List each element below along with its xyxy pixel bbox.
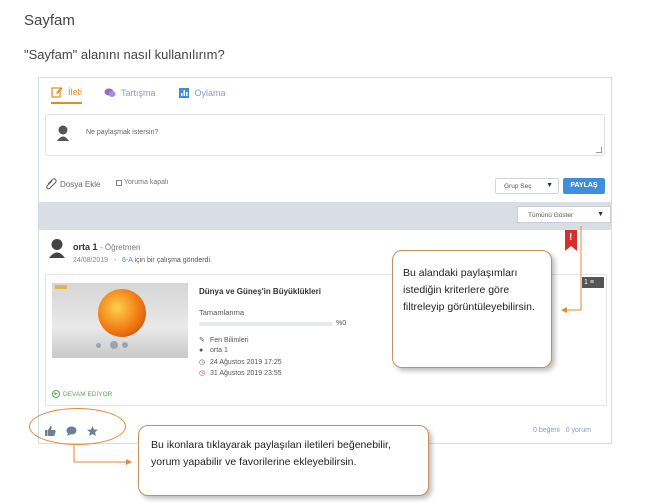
group-select[interactable]: Grup Seç ▼ bbox=[495, 178, 559, 194]
post-class[interactable]: 6-A bbox=[122, 257, 133, 264]
avatar-icon bbox=[49, 239, 65, 258]
user-icon: ● bbox=[199, 347, 204, 354]
status-label: DEVAM EDİYOR bbox=[63, 390, 113, 398]
card-title: Dünya ve Güneş'in Büyüklükleri bbox=[199, 287, 321, 296]
edit-icon bbox=[51, 87, 63, 98]
pencil-icon: ✎ bbox=[199, 337, 205, 344]
page-heading: Sayfam bbox=[24, 12, 75, 29]
message-input[interactable]: Ne paylaşmak istersin? bbox=[45, 114, 605, 156]
caret-down-icon: ▼ bbox=[597, 211, 604, 218]
planet-image bbox=[110, 341, 118, 349]
post-action: için bir çalışma gönderdi. bbox=[134, 257, 212, 264]
message-placeholder: Ne paylaşmak istersin? bbox=[86, 129, 159, 136]
planet-image bbox=[122, 342, 128, 348]
filter-select-value: Tümünü Göster bbox=[528, 212, 574, 219]
attach-label: Dosya Ekle bbox=[60, 179, 101, 189]
logo-icon bbox=[55, 285, 67, 289]
resize-handle[interactable] bbox=[596, 147, 602, 153]
chat-icon bbox=[104, 88, 116, 97]
clock-icon: ◷ bbox=[199, 359, 206, 366]
composer-panel: İleti Tartışma Oylama Ne paylaşmak ister… bbox=[39, 78, 611, 202]
subject-row: ✎ Fen Bilimleri bbox=[199, 336, 249, 345]
start-date: 24 Ağustos 2019 17:25 bbox=[210, 358, 282, 366]
sun-image bbox=[98, 289, 146, 337]
share-button[interactable]: PAYLAŞ bbox=[563, 178, 605, 194]
attach-file-button[interactable]: Dosya Ekle bbox=[45, 178, 100, 190]
comment-off-toggle[interactable]: Yoruma kapalı bbox=[116, 179, 169, 186]
arrow-line-bottom bbox=[73, 445, 126, 463]
caret-down-icon: ▼ bbox=[546, 182, 553, 189]
filter-select[interactable]: Tümünü Göster ▼ bbox=[517, 206, 611, 223]
end-row: ◷ 31 Ağustos 2019 23:55 bbox=[199, 369, 282, 378]
progress-value: %0 bbox=[336, 320, 347, 327]
assignment-thumbnail bbox=[52, 283, 188, 358]
avatar-icon bbox=[57, 125, 69, 141]
tab-tartisma[interactable]: Tartışma bbox=[104, 86, 156, 104]
progress-label: Tamamlanma bbox=[199, 308, 245, 317]
counter-value: 1 bbox=[584, 279, 588, 286]
comment-off-label: Yoruma kapalı bbox=[124, 179, 169, 186]
comment-count[interactable]: 0 yorum bbox=[566, 427, 591, 434]
planet-image bbox=[96, 343, 101, 348]
paperclip-icon bbox=[46, 178, 57, 190]
tab-label: İleti bbox=[68, 87, 83, 97]
like-count[interactable]: 0 beğeni bbox=[533, 427, 560, 434]
progress-bar bbox=[199, 322, 333, 326]
tab-ileti[interactable]: İleti bbox=[51, 86, 83, 104]
arrow-right-icon: ► bbox=[52, 390, 60, 398]
subject: Fen Bilimleri bbox=[210, 336, 249, 344]
post-meta: 24/08/2019 - 6-A için bir çalışma gönder… bbox=[73, 257, 212, 264]
callout-actions: Bu ikonlara tıklayarak paylaşılan iletil… bbox=[138, 425, 429, 496]
callout-filter: Bu alandaki paylaşımları istediğin krite… bbox=[392, 250, 552, 368]
tab-label: Oylama bbox=[194, 88, 226, 98]
poll-icon bbox=[178, 88, 189, 98]
group-select-value: Grup Seç bbox=[504, 183, 532, 190]
post-author: orta 1 - Öğretmen bbox=[73, 242, 141, 252]
tab-oylama[interactable]: Oylama bbox=[178, 86, 226, 104]
checkbox-icon bbox=[116, 179, 122, 186]
clock-red-icon: ◷ bbox=[199, 370, 206, 377]
post-counter: 1 ≡ bbox=[582, 277, 604, 288]
composer-tabs: İleti Tartışma Oylama bbox=[51, 86, 248, 104]
owner-row: ● orta 1 bbox=[199, 347, 228, 354]
post-date: 24/08/2019 bbox=[73, 257, 109, 264]
tab-label: Tartışma bbox=[121, 88, 156, 98]
owner: orta 1 bbox=[210, 347, 228, 354]
page-question: "Sayfam" alanını nasıl kullanılırım? bbox=[24, 47, 225, 62]
start-row: ◷ 24 Ağustos 2019 17:25 bbox=[199, 358, 282, 367]
highlight-ellipse bbox=[29, 408, 126, 445]
report-flag-icon[interactable]: ! bbox=[565, 230, 577, 251]
end-date: 31 Ağustos 2019 23:55 bbox=[210, 369, 282, 377]
author-name[interactable]: orta 1 bbox=[73, 242, 98, 252]
author-role: - Öğretmen bbox=[100, 243, 141, 252]
status-badge: ► DEVAM EDİYOR bbox=[52, 390, 112, 398]
post-stats: 0 beğeni 0 yorum bbox=[533, 427, 591, 434]
arrowhead-bottom bbox=[126, 459, 132, 465]
filter-bar: Tümünü Göster ▼ bbox=[39, 202, 611, 230]
